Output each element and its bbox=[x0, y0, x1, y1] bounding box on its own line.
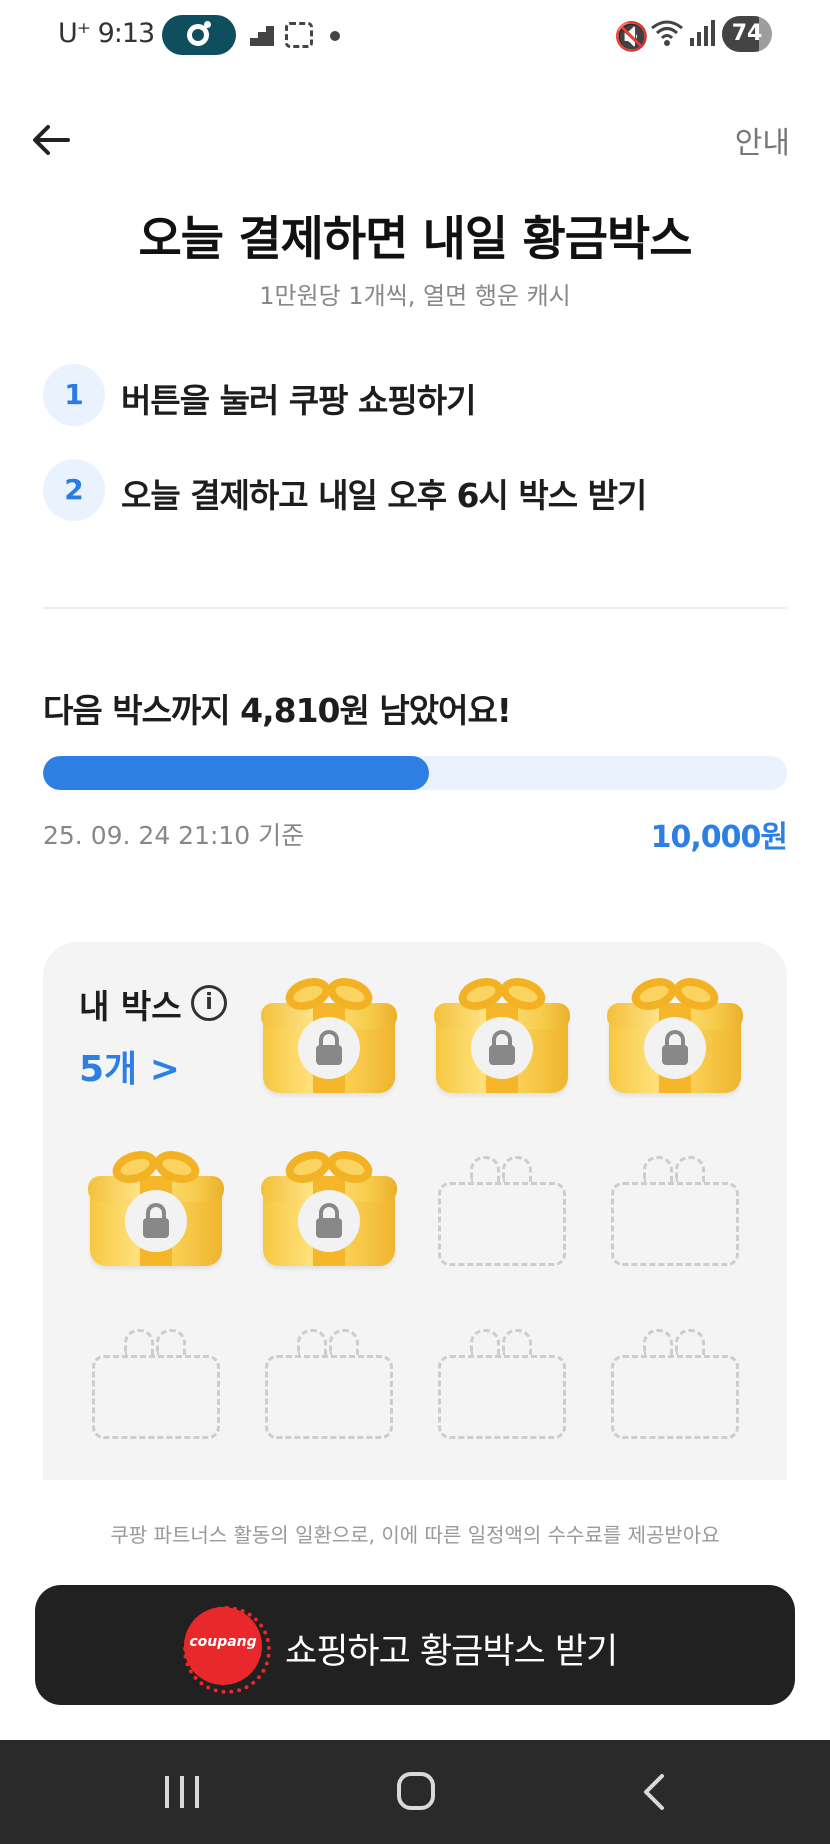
mute-icon: 🔇 bbox=[614, 20, 649, 53]
cta-label: 쇼핑하고 황금박스 받기 bbox=[285, 1632, 618, 1672]
home-icon[interactable] bbox=[397, 1772, 435, 1810]
back-button[interactable] bbox=[28, 116, 76, 164]
my-boxes-count-link[interactable]: 5개 > bbox=[79, 1040, 180, 1092]
step-number-badge: 1 bbox=[43, 364, 105, 426]
status-bar: U⁺ 9:13 🔇 74 bbox=[0, 0, 830, 70]
step-item-1: 1 버튼을 눌러 쿠팡 쇼핑하기 bbox=[43, 364, 803, 426]
guide-link[interactable]: 안내 bbox=[735, 118, 790, 162]
partners-disclaimer: 쿠팡 파트너스 활동의 일환으로, 이에 따른 일정액의 수수료를 제공받아요 bbox=[110, 1523, 720, 1547]
signal-icon bbox=[690, 20, 716, 46]
lock-icon bbox=[125, 1190, 187, 1252]
gift-box-empty-slot bbox=[607, 1152, 743, 1270]
gift-box-locked[interactable] bbox=[261, 972, 397, 1097]
lock-icon bbox=[471, 1017, 533, 1079]
step-text: 버튼을 눌러 쿠팡 쇼핑하기 bbox=[121, 381, 476, 420]
remaining-amount-headline: 다음 박스까지 4,810원 남았어요! bbox=[43, 691, 512, 730]
stairs-icon bbox=[250, 26, 274, 46]
gift-box-locked[interactable] bbox=[88, 1145, 224, 1270]
carrier-time: U⁺ 9:13 bbox=[58, 18, 155, 49]
info-icon[interactable]: i bbox=[191, 985, 227, 1021]
notification-dot-icon bbox=[330, 31, 340, 41]
goal-amount: 10,000원 bbox=[650, 820, 788, 855]
recents-icon[interactable] bbox=[165, 1776, 201, 1808]
gift-box-empty-slot bbox=[434, 1325, 570, 1443]
page-title: 오늘 결제하면 내일 황금박스 bbox=[138, 212, 693, 267]
lock-icon bbox=[298, 1017, 360, 1079]
arrow-left-icon bbox=[33, 125, 70, 155]
step-text: 오늘 결제하고 내일 오후 6시 박스 받기 bbox=[121, 476, 647, 515]
coupang-logo-text: coupang bbox=[189, 1634, 257, 1650]
gift-box-locked[interactable] bbox=[434, 972, 570, 1097]
gift-box-empty-slot bbox=[434, 1152, 570, 1270]
page-subtitle: 1만원당 1개씩, 열면 행운 캐시 bbox=[259, 282, 571, 310]
lock-icon bbox=[298, 1190, 360, 1252]
pill-app-icon bbox=[162, 15, 236, 55]
coupang-logo-icon: coupang bbox=[183, 1606, 271, 1694]
lock-icon bbox=[644, 1017, 706, 1079]
as-of-timestamp: 25. 09. 24 21:10 기준 bbox=[43, 821, 305, 850]
wifi-icon bbox=[650, 18, 684, 55]
screenshot-icon bbox=[285, 22, 313, 48]
nav-back-icon[interactable] bbox=[635, 1772, 675, 1812]
progress-fill bbox=[43, 756, 430, 790]
step-number-badge: 2 bbox=[43, 459, 105, 521]
section-divider bbox=[43, 607, 787, 609]
my-boxes-title: 내 박스 bbox=[79, 987, 182, 1026]
step-item-2: 2 오늘 결제하고 내일 오후 6시 박스 받기 bbox=[43, 459, 803, 521]
gift-box-empty-slot bbox=[88, 1325, 224, 1443]
shop-cta-button[interactable]: coupang 쇼핑하고 황금박스 받기 bbox=[35, 1585, 795, 1705]
battery-icon: 74 bbox=[722, 16, 772, 52]
gift-box-empty-slot bbox=[607, 1325, 743, 1443]
gift-box-empty-slot bbox=[261, 1325, 397, 1443]
gift-box-locked[interactable] bbox=[607, 972, 743, 1097]
system-nav-bar bbox=[0, 1740, 830, 1844]
battery-level: 74 bbox=[731, 21, 763, 46]
gift-box-locked[interactable] bbox=[261, 1145, 397, 1270]
progress-bar bbox=[43, 756, 787, 790]
